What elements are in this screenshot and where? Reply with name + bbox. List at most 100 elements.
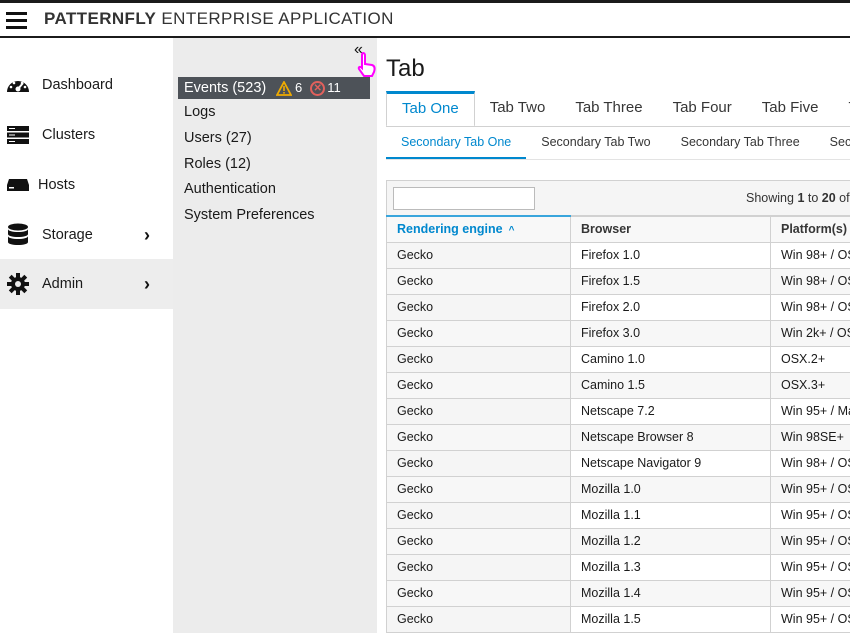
cell-browser: Netscape Navigator 9 bbox=[570, 449, 771, 477]
secondary-tab-three[interactable]: Secondary Tab Three bbox=[666, 130, 815, 159]
column-label: Platform(s) bbox=[781, 222, 847, 236]
secondary-nav-label: Events (523) bbox=[184, 80, 267, 96]
primary-nav: Dashboard Clusters Hosts Storage › Admin… bbox=[0, 38, 173, 633]
cell-rendering-engine: Gecko bbox=[386, 501, 571, 529]
table-row[interactable]: GeckoMozilla 1.1Win 95+ / OSX.1+ bbox=[386, 501, 850, 529]
secondary-nav-label: System Preferences bbox=[184, 207, 315, 223]
cell-rendering-engine: Gecko bbox=[386, 579, 571, 607]
table-row[interactable]: GeckoMozilla 1.4Win 95+ / OSX.1+ bbox=[386, 579, 850, 607]
table-row[interactable]: GeckoFirefox 3.0Win 2k+ / OSX.3+ bbox=[386, 319, 850, 347]
info-to: 20 bbox=[821, 191, 836, 205]
nav-label: Hosts bbox=[38, 177, 76, 193]
tab-six[interactable]: Tab Six bbox=[833, 91, 850, 126]
brand-rest: ENTERPRISE APPLICATION bbox=[156, 9, 394, 28]
tab-five[interactable]: Tab Five bbox=[747, 91, 834, 126]
data-table: Rendering engine ^ Browser Platform(s) Ge… bbox=[386, 215, 850, 633]
secondary-tab-four[interactable]: Secondary Tab Four bbox=[815, 130, 850, 159]
column-header-rendering-engine[interactable]: Rendering engine ^ bbox=[386, 215, 571, 243]
gear-icon bbox=[5, 273, 31, 295]
cell-platforms: Win 95+ / OSX.1+ bbox=[770, 579, 850, 607]
table-row[interactable]: GeckoMozilla 1.2Win 95+ / OSX.1+ bbox=[386, 527, 850, 555]
cell-platforms: OSX.3+ bbox=[770, 371, 850, 399]
secondary-nav: « Events (523) 6 ✕ 11 Logs Users (27) Ro… bbox=[173, 38, 377, 633]
chevron-right-icon: › bbox=[144, 273, 150, 294]
table-row[interactable]: GeckoMozilla 1.3Win 95+ / OSX.1+ bbox=[386, 553, 850, 581]
secondary-nav-label: Users (27) bbox=[184, 130, 252, 146]
info-prefix: Showing bbox=[746, 191, 798, 205]
top-navbar: PATTERNFLY ENTERPRISE APPLICATION bbox=[0, 0, 850, 38]
cell-browser: Netscape 7.2 bbox=[570, 397, 771, 425]
table-row[interactable]: GeckoNetscape Navigator 9Win 98+ / OSX.2… bbox=[386, 449, 850, 477]
tab-two[interactable]: Tab Two bbox=[475, 91, 561, 126]
tab-four[interactable]: Tab Four bbox=[658, 91, 747, 126]
secondary-nav-item-logs[interactable]: Logs bbox=[178, 101, 370, 123]
warning-count: 6 bbox=[295, 80, 303, 95]
host-icon bbox=[5, 174, 31, 196]
cell-rendering-engine: Gecko bbox=[386, 319, 571, 347]
table-header-row: Rendering engine ^ Browser Platform(s) bbox=[386, 215, 850, 243]
info-mid: to bbox=[804, 191, 822, 205]
cell-browser: Mozilla 1.3 bbox=[570, 553, 771, 581]
column-header-browser[interactable]: Browser bbox=[570, 215, 771, 243]
cell-browser: Mozilla 1.4 bbox=[570, 579, 771, 607]
table-row[interactable]: GeckoNetscape 7.2Win 95+ / Mac OS 8.6-9.… bbox=[386, 397, 850, 425]
cell-browser: Camino 1.5 bbox=[570, 371, 771, 399]
secondary-nav-item-events[interactable]: Events (523) 6 ✕ 11 bbox=[178, 77, 370, 99]
secondary-tabs: Secondary Tab One Secondary Tab Two Seco… bbox=[386, 130, 850, 160]
table-info: Showing 1 to 20 of bbox=[746, 191, 850, 205]
table-row[interactable]: GeckoMozilla 1.0Win 95+ / OSX.1+ bbox=[386, 475, 850, 503]
cell-rendering-engine: Gecko bbox=[386, 397, 571, 425]
cell-browser: Firefox 1.5 bbox=[570, 267, 771, 295]
secondary-nav-item-roles[interactable]: Roles (12) bbox=[178, 153, 370, 175]
pointer-cursor-icon bbox=[356, 51, 378, 78]
event-badges: 6 ✕ 11 bbox=[276, 77, 341, 99]
cell-browser: Camino 1.0 bbox=[570, 345, 771, 373]
primary-tabs: Tab One Tab Two Tab Three Tab Four Tab F… bbox=[386, 91, 850, 127]
table-row[interactable]: GeckoMozilla 1.5Win 95+ / OSX.1+ bbox=[386, 605, 850, 633]
nav-item-admin[interactable]: Admin › bbox=[0, 259, 173, 309]
cell-browser: Netscape Browser 8 bbox=[570, 423, 771, 451]
sort-ascending-icon: ^ bbox=[508, 225, 515, 237]
table-row[interactable]: GeckoFirefox 2.0Win 98+ / OSX.2+ bbox=[386, 293, 850, 321]
cell-platforms: Win 98+ / OSX.2+ bbox=[770, 449, 850, 477]
column-label: Rendering engine bbox=[397, 222, 503, 237]
cell-rendering-engine: Gecko bbox=[386, 449, 571, 477]
nav-label: Admin bbox=[42, 276, 84, 292]
secondary-tab-two[interactable]: Secondary Tab Two bbox=[526, 130, 665, 159]
nav-label: Storage bbox=[42, 227, 93, 243]
cell-browser: Mozilla 1.2 bbox=[570, 527, 771, 555]
cell-rendering-engine: Gecko bbox=[386, 267, 571, 295]
error-circle-icon: ✕ bbox=[310, 80, 326, 96]
nav-label: Dashboard bbox=[42, 77, 113, 93]
cell-platforms: Win 95+ / Mac OS 8.6-9.2 bbox=[770, 397, 850, 425]
nav-item-storage[interactable]: Storage › bbox=[0, 210, 173, 260]
tab-three[interactable]: Tab Three bbox=[560, 91, 657, 126]
database-icon bbox=[5, 223, 31, 246]
table-filter-input[interactable] bbox=[393, 187, 535, 210]
table-row[interactable]: GeckoFirefox 1.0Win 98+ / OSX.2+ bbox=[386, 241, 850, 269]
secondary-tab-one[interactable]: Secondary Tab One bbox=[386, 130, 527, 159]
table-row[interactable]: Gecko Netscape Browser 8 Win 98SE+ bbox=[386, 423, 850, 451]
table-row[interactable]: GeckoFirefox 1.5Win 98+ / OSX.2+ bbox=[386, 267, 850, 295]
cell-platforms: Win 95+ / OSX.1+ bbox=[770, 605, 850, 633]
info-suffix: of bbox=[835, 191, 850, 205]
app-brand[interactable]: PATTERNFLY ENTERPRISE APPLICATION bbox=[44, 9, 394, 29]
brand-bold: PATTERNFLY bbox=[44, 9, 157, 28]
secondary-nav-item-authentication[interactable]: Authentication bbox=[178, 178, 370, 200]
cell-rendering-engine: Gecko bbox=[386, 553, 571, 581]
cell-rendering-engine: Gecko bbox=[386, 345, 571, 373]
page-title: Tab bbox=[386, 55, 425, 82]
column-label: Browser bbox=[581, 222, 632, 236]
nav-item-dashboard[interactable]: Dashboard bbox=[0, 60, 173, 110]
cell-platforms: Win 95+ / OSX.1+ bbox=[770, 527, 850, 555]
nav-item-clusters[interactable]: Clusters bbox=[0, 110, 173, 160]
secondary-nav-item-system-preferences[interactable]: System Preferences bbox=[178, 204, 370, 226]
tab-one[interactable]: Tab One bbox=[386, 91, 475, 126]
table-row[interactable]: Gecko Camino 1.0 OSX.2+ bbox=[386, 345, 850, 373]
cell-rendering-engine: Gecko bbox=[386, 423, 571, 451]
secondary-nav-item-users[interactable]: Users (27) bbox=[178, 127, 370, 149]
hamburger-menu-icon[interactable] bbox=[6, 12, 27, 30]
column-header-platforms[interactable]: Platform(s) bbox=[770, 215, 850, 243]
table-row[interactable]: Gecko Camino 1.5 OSX.3+ bbox=[386, 371, 850, 399]
nav-item-hosts[interactable]: Hosts bbox=[0, 160, 173, 210]
